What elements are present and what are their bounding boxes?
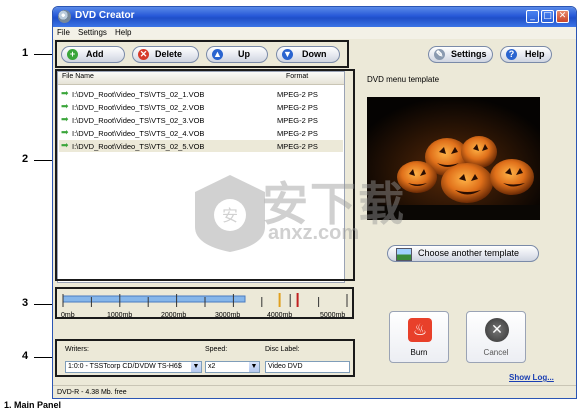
help-button[interactable]: ? Help — [500, 46, 552, 63]
window-title: DVD Creator — [75, 10, 135, 21]
close-button[interactable]: ✕ — [556, 10, 569, 23]
watermark-subtext: anxz.com — [268, 222, 360, 244]
status-bar: DVD-R - 4.38 Mb. free — [53, 385, 576, 398]
highlight-writer-settings — [55, 339, 355, 377]
menu-help[interactable]: Help — [115, 28, 131, 37]
wrench-icon: ✎ — [434, 49, 445, 60]
svg-text:安: 安 — [222, 206, 238, 225]
cancel-button[interactable]: ✕ Cancel — [466, 311, 526, 363]
burn-button[interactable]: ♨ Burn — [389, 311, 449, 363]
figure-caption: 1. Main Panel — [4, 400, 62, 410]
callout-2: 2 — [22, 153, 29, 165]
callout-1: 1 — [22, 47, 29, 59]
menu-bar: File Settings Help — [53, 27, 576, 39]
cancel-x-icon: ✕ — [485, 318, 509, 342]
callout-3-line — [34, 304, 54, 305]
highlight-toolbar — [55, 40, 349, 68]
menu-file[interactable]: File — [57, 28, 70, 37]
help-icon: ? — [506, 49, 517, 60]
menu-settings[interactable]: Settings — [78, 28, 107, 37]
callout-4: 4 — [22, 350, 29, 362]
settings-button[interactable]: ✎ Settings — [428, 46, 493, 63]
title-bar[interactable]: DVD Creator _ □ ✕ — [53, 7, 576, 27]
highlight-capacity — [55, 287, 354, 319]
burn-flame-icon: ♨ — [408, 318, 432, 342]
choose-template-button[interactable]: Choose another template — [387, 245, 539, 262]
callout-3: 3 — [22, 297, 29, 309]
maximize-button[interactable]: □ — [541, 10, 554, 23]
status-text: DVD-R - 4.38 Mb. free — [57, 389, 127, 396]
template-label: DVD menu template — [367, 75, 440, 84]
minimize-button[interactable]: _ — [526, 10, 539, 23]
callout-2-line — [34, 160, 54, 161]
show-log-link[interactable]: Show Log... — [509, 373, 554, 382]
dvd-disc-icon — [58, 10, 71, 23]
template-picture-icon — [396, 248, 412, 261]
callout-1-line — [34, 54, 54, 55]
callout-4-line — [34, 357, 54, 358]
